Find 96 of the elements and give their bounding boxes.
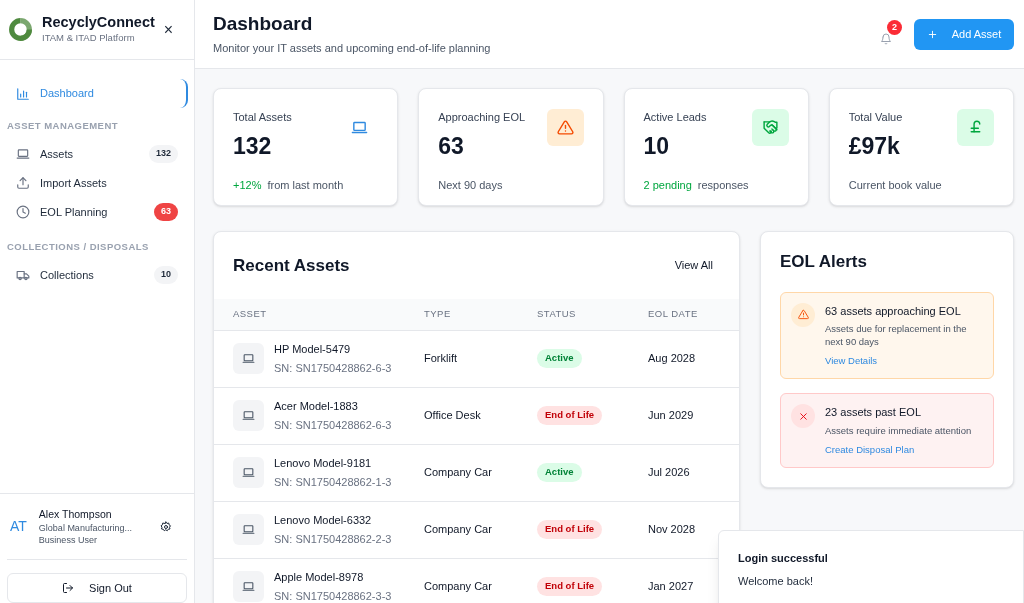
notifications-button[interactable]: 2 xyxy=(878,19,902,49)
count-badge: 132 xyxy=(148,145,178,163)
stat-value: 63 xyxy=(438,131,465,161)
warning-icon xyxy=(556,119,574,136)
count-badge: 63 xyxy=(154,203,178,221)
stat-change: +12% xyxy=(233,178,262,193)
sidebar-item[interactable]: Assets 132 xyxy=(6,139,188,169)
section-heading: COLLECTIONS / DISPOSALS xyxy=(6,240,150,255)
truck-icon xyxy=(16,268,30,282)
status-badge: Active xyxy=(537,349,582,368)
stat-change: 2 pending xyxy=(643,178,692,193)
status-badge: Active xyxy=(537,463,582,482)
alert-text: Assets due for replacement in the next 90 days xyxy=(825,322,968,348)
count-badge: 10 xyxy=(154,266,178,284)
alert-title: 23 assets past EOL xyxy=(825,405,922,421)
stat-note: from last month xyxy=(267,178,344,193)
laptop-icon xyxy=(242,580,255,593)
notification-badge: 2 xyxy=(887,20,902,35)
plus-icon xyxy=(926,28,938,40)
sidebar-item[interactable]: Dashboard xyxy=(6,79,188,108)
upload-icon xyxy=(16,175,30,190)
asset-serial: SN: SN1750428862-2-3 xyxy=(274,531,392,547)
table-cell: Company Car xyxy=(424,558,537,603)
user-initials: AT xyxy=(10,517,27,536)
asset-name: Acer Model-1883 xyxy=(274,399,359,414)
sidebar-item[interactable]: EOL Planning 63 xyxy=(6,197,188,227)
close-button[interactable]: × xyxy=(163,17,188,42)
column-header: STATUS xyxy=(537,299,648,330)
table-cell: Office Desk xyxy=(424,387,537,444)
column-header: EOL DATE xyxy=(648,299,739,330)
sidebar-item[interactable]: Import Assets xyxy=(6,168,188,198)
table-cell: Jul 2026 xyxy=(648,444,739,501)
user-role: Business User xyxy=(38,534,98,547)
status-badge: End of Life xyxy=(537,406,603,425)
handshake-icon xyxy=(761,119,779,136)
settings-icon xyxy=(160,520,172,533)
brand-tagline: ITAM & ITAD Platform xyxy=(42,31,136,46)
logo-icon xyxy=(8,17,33,42)
stat-value: 132 xyxy=(233,131,273,161)
alert-text: Assets require immediate attention xyxy=(825,423,972,437)
table-cell: Jun 2029 xyxy=(648,387,739,444)
asset-serial: SN: SN1750428862-6-3 xyxy=(274,417,392,433)
asset-name: HP Model-5479 xyxy=(274,342,352,357)
column-header: ASSET xyxy=(214,299,424,330)
user-name: Alex Thompson xyxy=(38,506,113,522)
laptop-icon xyxy=(242,409,255,422)
table-cell: Nov 2028 xyxy=(648,501,739,558)
sign-out-icon xyxy=(62,582,75,594)
page-subtitle: Monitor your IT assets and upcoming end-of-life planning xyxy=(213,40,492,56)
bar-chart-icon xyxy=(16,86,30,101)
asset-serial: SN: SN1750428862-3-3 xyxy=(274,588,392,603)
asset-name: Lenovo Model-6332 xyxy=(274,513,373,528)
stat-value: 10 xyxy=(643,131,671,161)
status-badge: End of Life xyxy=(537,520,603,539)
view-all-link[interactable]: View All xyxy=(674,257,720,274)
asset-serial: SN: SN1750428862-6-3 xyxy=(274,360,392,376)
brand-name: RecyclyConnect xyxy=(42,13,155,32)
card-title: Recent Assets xyxy=(233,254,350,277)
table-cell: Jan 2027 xyxy=(648,558,739,603)
laptop-icon xyxy=(16,146,30,161)
stat-note: responses xyxy=(697,178,749,193)
laptop-icon xyxy=(351,119,369,136)
toast-title: Login successful xyxy=(738,551,829,566)
stat-label: Approaching EOL xyxy=(438,110,526,125)
alert-link[interactable]: Create Disposal Plan xyxy=(825,442,972,457)
laptop-icon xyxy=(242,523,255,536)
asset-serial: SN: SN1750428862-1-3 xyxy=(274,474,392,490)
user-company: Global Manufacturing... xyxy=(38,522,133,535)
table-cell: Aug 2028 xyxy=(648,330,739,387)
asset-name: Lenovo Model-9181 xyxy=(274,456,373,471)
page-title: Dashboard xyxy=(213,11,314,36)
section-heading: ASSET MANAGEMENT xyxy=(6,119,120,133)
status-badge: End of Life xyxy=(537,577,603,596)
alert-title: 63 assets approaching EOL xyxy=(825,303,962,319)
asset-name: Apple Model-8978 xyxy=(274,570,365,585)
stat-label: Total Value xyxy=(848,110,903,125)
bell-icon xyxy=(880,33,892,45)
laptop-icon xyxy=(242,352,255,365)
warning-icon xyxy=(797,309,809,320)
clock-icon xyxy=(16,204,30,219)
stat-note: Current book value xyxy=(848,178,942,193)
stat-value: £97k xyxy=(848,131,901,161)
table-cell: Company Car xyxy=(424,444,537,501)
toast-message: Welcome back! xyxy=(738,573,814,589)
table-cell: Forklift xyxy=(424,330,537,387)
laptop-icon xyxy=(242,466,255,479)
sign-out-button[interactable]: Sign Out xyxy=(7,573,187,603)
card-title: EOL Alerts xyxy=(780,251,868,273)
column-header: TYPE xyxy=(424,299,537,330)
sidebar-item[interactable]: Collections 10 xyxy=(6,260,188,290)
close-icon xyxy=(797,410,809,422)
alert-link[interactable]: View Details xyxy=(825,354,983,369)
table-cell: Company Car xyxy=(424,501,537,558)
stat-label: Active Leads xyxy=(643,110,707,125)
stat-label: Total Assets xyxy=(233,110,292,125)
stat-note: Next 90 days xyxy=(438,178,503,193)
